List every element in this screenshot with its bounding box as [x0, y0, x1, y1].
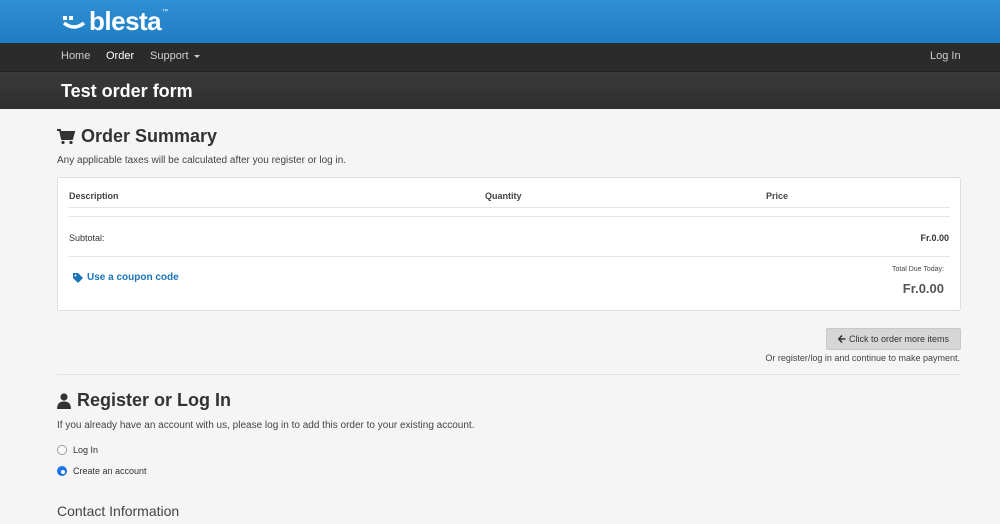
tag-icon	[73, 272, 83, 283]
user-icon	[57, 392, 71, 409]
order-summary-table: Description Quantity Price Subtotal: Fr.…	[57, 177, 961, 311]
nav-support-label: Support	[150, 50, 189, 62]
total-due-label: Total Due Today:	[891, 266, 944, 273]
radio-create-account-label: Create an account	[73, 466, 147, 476]
coupon-link[interactable]: Use a coupon code	[73, 272, 179, 283]
radio-login-input[interactable]	[57, 445, 67, 455]
contact-information-heading: Contact Information	[57, 503, 180, 519]
title-bar: Test order form	[0, 71, 1000, 109]
tax-note: Any applicable taxes will be calculated …	[57, 155, 347, 166]
blesta-logo-icon	[62, 16, 86, 29]
col-price: Price	[766, 191, 789, 201]
total-due-value: Fr.0.00	[902, 281, 944, 296]
brand-bar: blesta ™	[0, 0, 1000, 43]
subtotal-value: Fr.0.00	[920, 233, 949, 243]
brand-tm: ™	[162, 9, 169, 15]
subtotal-divider	[68, 256, 950, 257]
register-heading: Register or Log In	[57, 390, 231, 411]
brand-name: blesta	[89, 5, 162, 36]
header-divider	[68, 207, 950, 208]
radio-login-label: Log In	[73, 445, 99, 455]
blesta-logo[interactable]: blesta ™	[62, 6, 168, 36]
register-note: If you already have an account with us, …	[57, 420, 475, 431]
continue-note: Or register/log in and continue to make …	[765, 353, 960, 363]
nav-login[interactable]: Log In	[930, 50, 961, 62]
order-more-button[interactable]: Click to order more items	[826, 328, 961, 350]
row-divider	[68, 216, 950, 217]
col-quantity: Quantity	[485, 191, 522, 201]
page-title: Test order form	[61, 81, 193, 101]
order-more-label: Click to order more items	[848, 334, 950, 344]
col-description: Description	[69, 191, 119, 201]
nav-home[interactable]: Home	[61, 50, 90, 62]
main-nav: Home Order Support Log In	[0, 43, 1000, 71]
shopping-cart-icon	[57, 128, 75, 144]
nav-order[interactable]: Order	[106, 50, 134, 62]
order-summary-title: Order Summary	[81, 126, 218, 146]
radio-create-account[interactable]: Create an account	[57, 466, 147, 476]
register-title: Register or Log In	[77, 390, 232, 410]
order-summary-heading: Order Summary	[57, 126, 217, 147]
radio-login[interactable]: Log In	[57, 445, 98, 455]
coupon-link-label: Use a coupon code	[87, 272, 179, 283]
subtotal-label: Subtotal:	[69, 233, 105, 243]
arrow-left-icon	[837, 335, 846, 343]
radio-create-account-input[interactable]	[57, 466, 67, 476]
chevron-down-icon	[193, 54, 200, 58]
nav-support[interactable]: Support	[150, 50, 200, 62]
section-divider	[57, 374, 961, 375]
